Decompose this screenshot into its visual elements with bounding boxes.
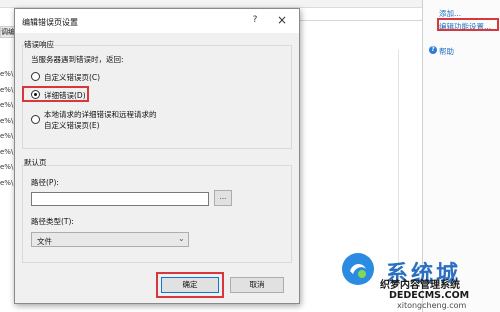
background-divider [300,20,422,21]
detailed-local-custom-remote-label-line2: 自定义错误页(E) [44,121,100,130]
cancel-button[interactable]: 取消 [230,277,284,293]
background-column-divider [398,50,399,290]
path-type-label: 路径类型(T): [31,217,74,226]
chevron-down-icon: ⌄ [178,234,185,243]
default-page-group [22,165,292,263]
path-type-select[interactable]: 文件 ⌄ [31,232,189,247]
help-button[interactable]: ? [247,13,263,27]
dialog-titlebar: 编辑错误页设置 ? × [15,9,299,33]
radio-selected-dot [34,93,37,96]
highlight-box [437,18,499,31]
help-icon: ? [429,46,437,54]
path-input[interactable] [31,192,209,206]
detailed-local-custom-remote-radio[interactable] [31,115,40,124]
help-action-link[interactable]: 帮助 [439,46,454,57]
detailed-errors-label: 详细错误(D) [44,91,86,100]
path-label: 路径(P): [31,178,59,187]
dialog-title: 编辑错误页设置 [22,18,78,27]
browse-button[interactable]: ... [214,190,232,206]
ok-button[interactable]: 确定 [161,277,219,293]
custom-error-pages-radio[interactable] [31,72,40,81]
watermark-line2: DEDECMS.COM [389,290,470,301]
path-type-value: 文件 [37,237,52,246]
close-button[interactable]: × [273,13,291,27]
watermark-line1: 织梦内容管理系统 [380,280,460,291]
watermark-logo-icon [342,253,374,285]
default-page-group-label: 默认页 [24,158,47,167]
error-response-group-label: 错误响应 [24,40,54,49]
custom-error-pages-label: 自定义错误页(C) [44,73,101,82]
error-response-prompt: 当服务器遇到错误时，返回: [31,55,124,64]
watermark-line3: xitongcheng.com [397,301,467,310]
edit-error-page-settings-dialog: 编辑错误页设置 ? × 错误响应 当服务器遇到错误时，返回: 自定义错误页(C)… [14,8,300,304]
detailed-errors-radio[interactable] [31,90,40,99]
detailed-local-custom-remote-label: 本地请求的详细错误和远程请求的 [44,110,157,119]
